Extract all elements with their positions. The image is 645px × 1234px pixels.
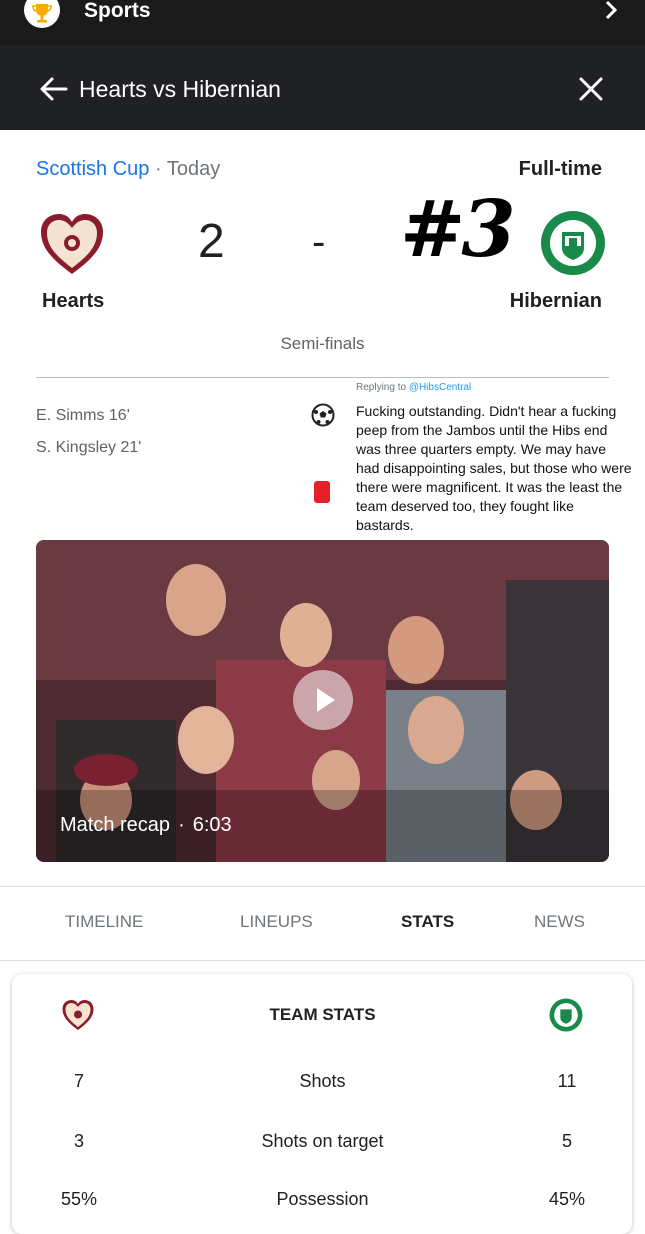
scorer-item: S. Kingsley 21' xyxy=(36,439,142,456)
tweet-overlay: Replying to @HibsCentral Fucking outstan… xyxy=(346,378,634,551)
play-button[interactable] xyxy=(293,670,353,730)
competition-link[interactable]: Scottish Cup xyxy=(36,158,149,180)
stat-away-value: 11 xyxy=(557,1071,577,1091)
stat-row: 55% Possession 45% xyxy=(0,1189,645,1219)
tweet-reply-handle: @HibsCentral xyxy=(408,382,472,393)
chevron-right-icon[interactable] xyxy=(599,0,623,22)
match-recap-video[interactable]: Match recap · 6:03 xyxy=(36,540,609,862)
divider xyxy=(0,886,645,887)
close-icon[interactable] xyxy=(578,76,604,102)
match-round: Semi-finals xyxy=(280,334,365,353)
home-team-name[interactable]: Hearts xyxy=(42,290,104,313)
home-scorers: E. Simms 16' S. Kingsley 21' xyxy=(36,405,141,469)
sports-row[interactable]: Sports xyxy=(0,0,645,46)
stat-row: 7 Shots 11 xyxy=(0,1071,645,1101)
video-separator: · xyxy=(178,814,185,836)
video-caption: Match recap · 6:03 xyxy=(60,814,232,837)
tab-timeline[interactable]: TIMELINE xyxy=(65,912,143,932)
tweet-reply-line: Replying to @HibsCentral xyxy=(356,382,471,393)
tweet-text: Fucking outstanding. Didn't hear a fucki… xyxy=(356,403,632,533)
tab-lineups[interactable]: LINEUPS xyxy=(240,912,313,932)
home-score: 2 xyxy=(198,215,225,268)
hibernian-crest-icon[interactable] xyxy=(540,210,606,276)
football-icon xyxy=(311,403,335,427)
page-title: Hearts vs Hibernian xyxy=(79,76,281,102)
competition-separator: · xyxy=(154,158,162,180)
red-card-icon xyxy=(313,480,331,504)
tab-stats[interactable]: STATS xyxy=(401,912,454,932)
stat-row: 3 Shots on target 5 xyxy=(0,1131,645,1161)
video-duration: 6:03 xyxy=(192,814,232,836)
away-score-handwritten: #3 xyxy=(400,184,516,275)
match-day: Today xyxy=(166,158,221,180)
tweet-reply-prefix: Replying to xyxy=(356,382,407,393)
competition-line: Scottish Cup · Today xyxy=(36,158,220,181)
trophy-icon xyxy=(24,0,60,28)
match-status: Full-time xyxy=(518,158,602,180)
hearts-crest-icon[interactable] xyxy=(38,210,106,278)
tab-news[interactable]: NEWS xyxy=(534,912,585,932)
divider xyxy=(0,960,645,961)
video-label: Match recap xyxy=(60,814,171,836)
scorer-item: E. Simms 16' xyxy=(36,407,130,424)
sports-label: Sports xyxy=(84,0,151,22)
stat-away-value: 5 xyxy=(561,1131,572,1151)
hibernian-crest-icon xyxy=(549,998,583,1032)
back-arrow-icon[interactable] xyxy=(38,76,70,102)
away-team-name[interactable]: Hibernian xyxy=(510,290,602,313)
score-separator: - xyxy=(312,220,326,264)
